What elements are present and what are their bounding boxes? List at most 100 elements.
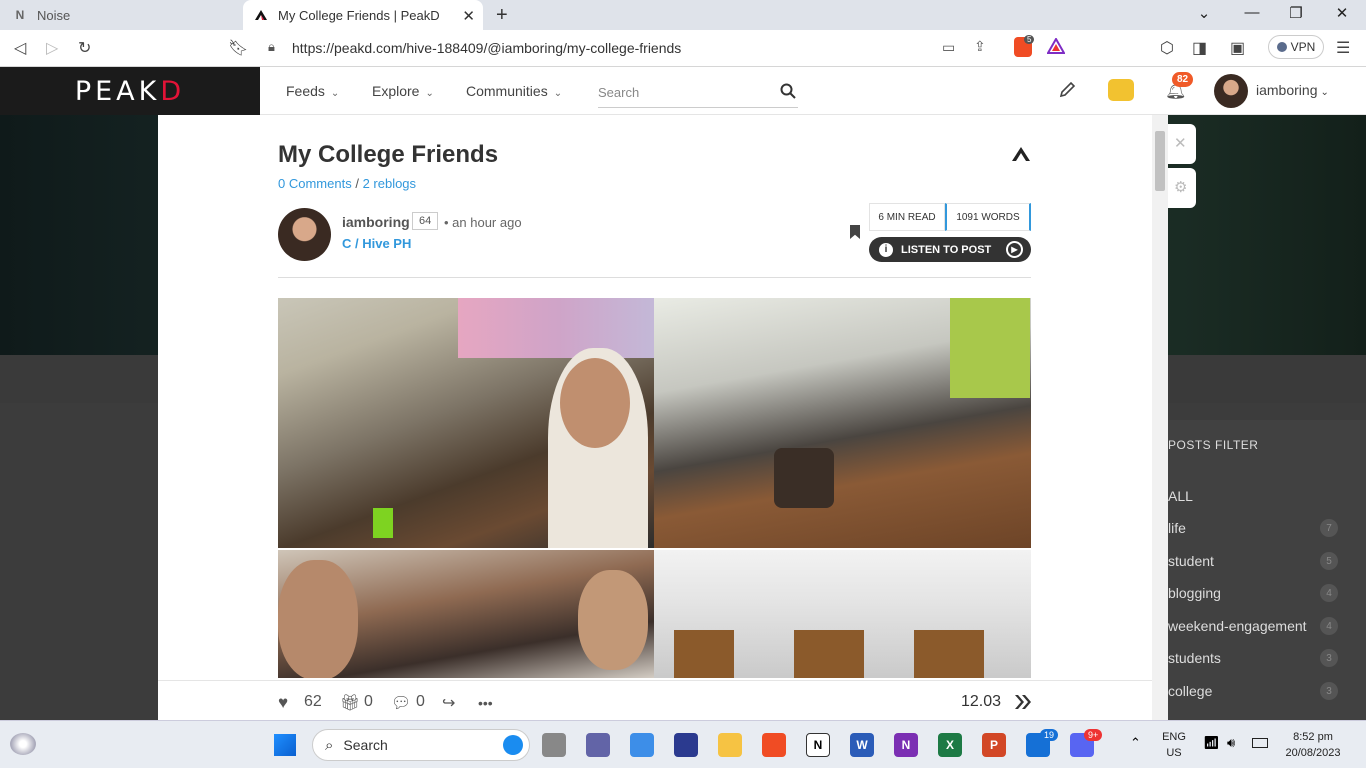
search-icon[interactable] [780, 83, 796, 104]
close-window-button[interactable]: ✕ [1322, 4, 1362, 22]
play-icon: ▶ [1006, 241, 1023, 258]
bookmark-icon[interactable] [850, 225, 860, 239]
modal-scrollbar[interactable] [1152, 115, 1168, 720]
more-icon[interactable]: ••• [478, 695, 493, 711]
filter-count: 5 [1320, 552, 1338, 570]
nav-communities[interactable]: Communities ⌄ [466, 83, 562, 99]
comments-link[interactable]: 0 Comments [278, 176, 352, 191]
payout-value[interactable]: 12.03 [961, 693, 1001, 711]
divider [278, 277, 1031, 278]
reload-icon[interactable]: ↻ [78, 38, 91, 58]
address-bar[interactable]: 🔒︎ https://peakd.com/hive-188409/@iambor… [258, 33, 1076, 63]
scroll-thumb[interactable] [1155, 131, 1165, 191]
bookmark-page-icon[interactable]: 🔖︎ [228, 38, 248, 58]
filter-item-life[interactable]: life [1168, 520, 1186, 536]
notification-badge: 82 [1172, 72, 1194, 87]
back-icon[interactable]: ◁ [14, 38, 26, 58]
url-text[interactable]: https://peakd.com/hive-188409/@iamboring… [292, 40, 681, 56]
hive-payout-icon [1014, 694, 1032, 715]
chevron-down-icon: ⌄ [1320, 87, 1329, 98]
filter-item-college[interactable]: college [1168, 683, 1212, 699]
listen-to-post-button[interactable]: i LISTEN TO POST ▶ [869, 237, 1031, 262]
taskbar-search[interactable]: ⌕ Search [312, 729, 530, 761]
weather-icon[interactable] [10, 733, 36, 755]
onenote-icon[interactable]: N [894, 733, 918, 757]
close-icon: ✕ [1174, 135, 1187, 152]
nav-feeds[interactable]: Feeds ⌄ [286, 83, 339, 99]
menu-icon[interactable]: ☰ [1336, 38, 1350, 58]
reblogs-link[interactable]: 2 reblogs [363, 176, 416, 191]
lock-icon: 🔒︎ [268, 39, 275, 54]
store-icon[interactable] [630, 733, 654, 757]
post-photo-collage[interactable] [278, 298, 1031, 678]
author-avatar[interactable] [278, 208, 331, 261]
excel-icon[interactable]: X [938, 733, 962, 757]
meet-icon[interactable] [586, 733, 610, 757]
info-icon: i [879, 242, 893, 257]
filter-item-students[interactable]: students [1168, 650, 1221, 666]
nav-explore[interactable]: Explore ⌄ [372, 83, 434, 99]
modal-settings-button[interactable]: ⚙ [1168, 168, 1196, 208]
filter-count: 3 [1320, 649, 1338, 667]
language-top[interactable]: ENG [1158, 731, 1190, 743]
forward-icon[interactable]: ▷ [46, 38, 58, 58]
user-menu[interactable]: iamboring ⌄ [1256, 82, 1329, 98]
sidebar-icon[interactable]: ◨ [1192, 38, 1207, 58]
likes-count[interactable]: 62 [304, 693, 322, 711]
share-icon[interactable]: ⇪ [974, 38, 986, 55]
powerpoint-icon[interactable]: P [982, 733, 1006, 757]
heart-icon[interactable]: ♥ [278, 693, 288, 713]
search-input[interactable] [598, 78, 768, 106]
share-icon[interactable]: ↪ [442, 693, 455, 713]
comment-icon[interactable]: 💬︎ [391, 693, 411, 713]
post-meta: 0 Comments / 2 reblogs [278, 176, 416, 191]
filter-item-blogging[interactable]: blogging [1168, 585, 1221, 601]
chevron-up-icon[interactable]: ⌃ [1130, 735, 1141, 751]
browser-toolbar: ◁ ▷ ↻ 🔖︎ 🔒︎ https://peakd.com/hive-18840… [0, 30, 1366, 67]
peakd-logo[interactable]: PEAKD [0, 67, 260, 115]
filter-count: 3 [1320, 682, 1338, 700]
close-tab-icon[interactable]: ✕ [462, 7, 475, 25]
brave-rewards-icon[interactable] [1046, 36, 1066, 59]
task-view-icon[interactable] [542, 733, 566, 757]
username: iamboring [1256, 82, 1318, 98]
tab-search-chevron-icon[interactable]: ⌄ [1184, 4, 1224, 22]
pencil-icon[interactable] [1058, 81, 1076, 104]
chat-icon[interactable] [1108, 79, 1134, 101]
language-bottom[interactable]: US [1158, 747, 1190, 759]
vpn-button[interactable]: VPN [1268, 35, 1324, 59]
photo-food-court [278, 550, 654, 678]
new-tab-button[interactable]: + [496, 4, 508, 27]
tab-peakd[interactable]: My College Friends | PeakD ✕ [243, 0, 483, 30]
notion-icon[interactable]: N [806, 733, 830, 757]
wallet-icon[interactable]: ▣ [1230, 38, 1245, 58]
filter-item-student[interactable]: student [1168, 553, 1214, 569]
gift-icon[interactable]: 🎁︎ [340, 693, 360, 713]
post-title: My College Friends [278, 141, 499, 168]
clock-time[interactable]: 8:52 pm [1278, 731, 1348, 743]
filter-item-all[interactable]: ALL [1168, 488, 1193, 504]
post-footer: ♥ 62 🎁︎ 0 💬︎ 0 ↪ ••• 12.03 [158, 680, 1152, 720]
extensions-icon[interactable]: ⬡ [1160, 38, 1174, 58]
wifi-icon[interactable]: 📶︎ [1203, 735, 1220, 751]
nav-communities-label: Communities [466, 83, 548, 99]
minimize-button[interactable]: — [1232, 4, 1272, 21]
photo-hallway [654, 550, 1031, 678]
close-modal-button[interactable]: ✕ [1168, 124, 1196, 164]
community-link[interactable]: C / Hive PH [342, 236, 411, 251]
filter-item-weekend-engagement[interactable]: weekend-engagement [1168, 618, 1307, 634]
logo-text: PEAKD [75, 76, 185, 107]
file-explorer-icon[interactable] [718, 733, 742, 757]
word-icon[interactable]: W [850, 733, 874, 757]
avatar[interactable] [1214, 74, 1248, 108]
clock-date[interactable]: 20/08/2023 [1278, 747, 1348, 759]
restore-button[interactable]: ❐ [1276, 4, 1316, 22]
tab-noise[interactable]: N Noise [0, 0, 242, 30]
brave-icon[interactable] [762, 733, 786, 757]
author-name[interactable]: iamboring [342, 214, 410, 230]
windows-start-icon[interactable] [274, 734, 296, 756]
autodesk-icon[interactable] [674, 733, 698, 757]
battery-icon[interactable] [1252, 738, 1268, 748]
cast-icon[interactable]: ▭ [942, 39, 955, 56]
volume-icon[interactable]: 🔊︎ [1227, 735, 1235, 751]
